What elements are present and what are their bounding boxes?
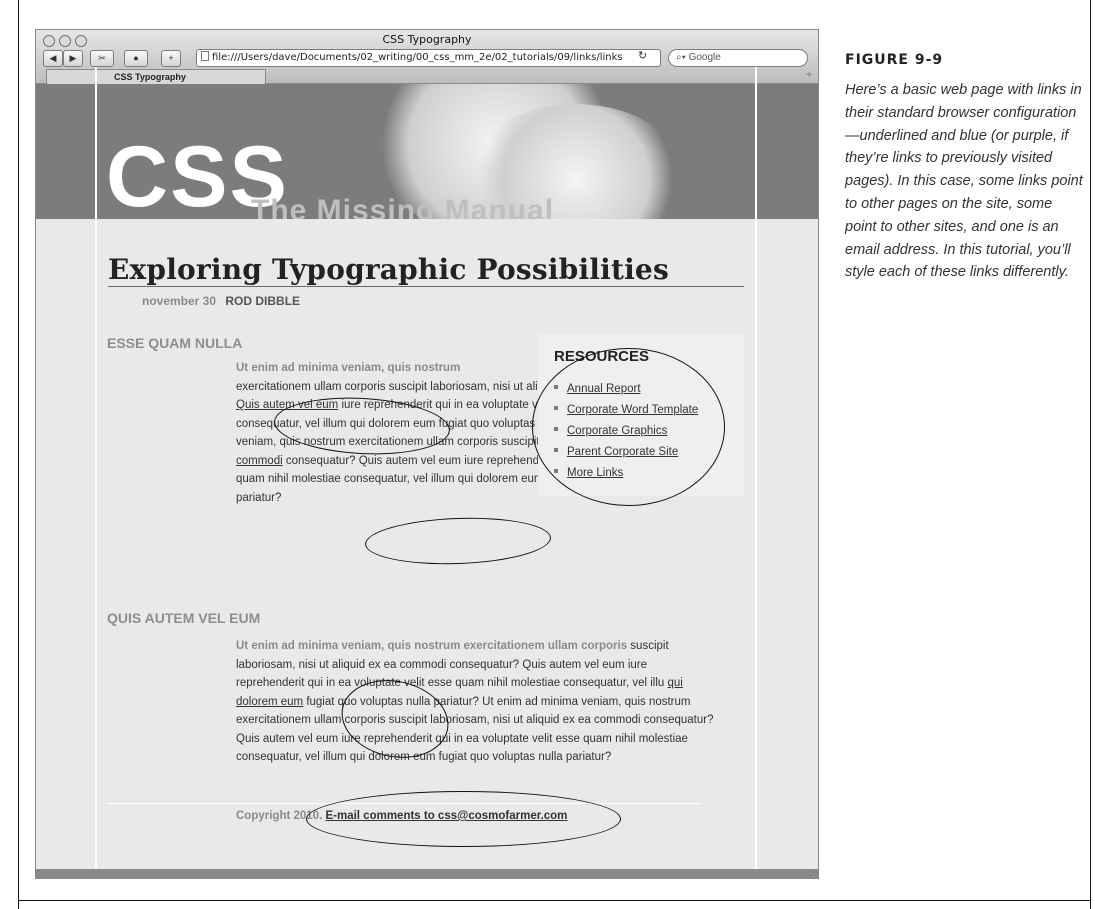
title-rule [108,286,744,287]
search-icon: ⌕▾ [676,52,689,63]
section-2-lead: Ut enim ad minima veniam, quis nostrum e… [236,640,628,652]
browser-toolbar: CSS Typography ◀ ▶ ✂ ● + file:///Users/d… [36,30,818,84]
section-heading-1: ESSE QUAM NULLA [107,335,243,351]
back-arrow-icon: ◀ [49,53,57,63]
section-2-text: Ut enim ad minima veniam, quis nostrum e… [236,637,714,767]
wrapper-border-left [95,67,97,878]
section-heading-2: QUIS AUTEM VEL EUM [107,610,261,626]
elephant-icon: ● [133,53,139,63]
tab-css-typography[interactable]: CSS Typography [46,69,266,84]
page-banner: CSS The Missing Manual [36,84,818,219]
window-title: CSS Typography [382,33,472,46]
callout-ellipse-sidebar [532,348,725,506]
address-bar-url: file:///Users/dave/Documents/02_writing/… [212,52,623,63]
new-tab-icon[interactable]: + [806,69,812,81]
banner-subtitle: The Missing Manual [251,194,555,220]
resize-grip-icon[interactable]: ⋰ [806,870,815,878]
add-bookmark-button[interactable]: + [161,50,181,67]
address-bar[interactable]: file:///Users/dave/Documents/02_writing/… [196,49,661,67]
article-author: ROD DIBBLE [225,294,301,308]
figure-frame-left [18,0,19,909]
figure-frame-bottom [18,900,1091,901]
bookmarks-icon: ✂ [98,53,106,63]
figure-label: FIGURE 9-9 [845,52,944,68]
section-2-text-b: fugiat quo voluptas nulla pariatur? Ut e… [236,695,714,764]
back-button[interactable]: ◀ [43,50,63,67]
figure-caption: Here’s a basic web page with links in th… [845,82,1083,281]
callout-ellipse-email [306,791,621,847]
document-icon [201,51,209,61]
plus-icon: + [168,53,174,63]
forward-arrow-icon: ▶ [69,53,77,63]
byline: november 30 ROD DIBBLE [142,294,300,308]
reload-icon[interactable]: ↻ [638,49,647,62]
search-placeholder: Google [688,52,721,63]
figure-frame-right [1090,0,1091,909]
search-input[interactable]: ⌕▾ Google [668,49,808,67]
wrapper-border-right [755,67,757,878]
browser-window: CSS Typography ◀ ▶ ✂ ● + file:///Users/d… [35,29,819,879]
extension-button[interactable]: ● [124,50,148,67]
page-title: Exploring Typographic Possibilities [108,253,669,286]
forward-button[interactable]: ▶ [63,50,83,67]
section-1-lead: Ut enim ad minima veniam, quis nostrum [236,362,461,374]
status-bar [36,869,818,878]
bookmarks-button[interactable]: ✂ [90,50,114,67]
article-date: november 30 [142,294,217,308]
